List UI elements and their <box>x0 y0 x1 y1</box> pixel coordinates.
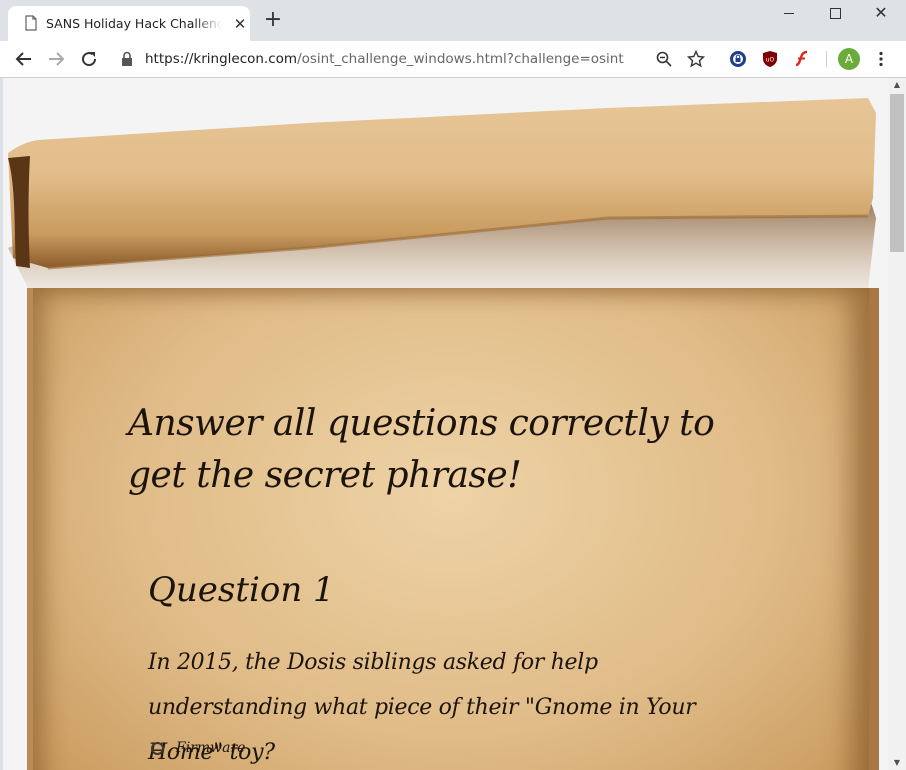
window-close-button[interactable]: ✕ <box>858 0 904 28</box>
url-path: /osint_challenge_windows.html?challenge=… <box>297 51 624 67</box>
radio-button[interactable] <box>151 741 164 755</box>
maximize-button[interactable] <box>812 0 858 28</box>
tab-title: SANS Holiday Hack Challenge 20 <box>46 15 222 33</box>
forward-button[interactable] <box>44 47 68 71</box>
browser-toolbar: https://kringlecon.com/osint_challenge_w… <box>0 41 906 78</box>
scroll-roll-decoration <box>8 98 876 308</box>
zoom-out-icon <box>656 51 672 67</box>
document-icon <box>25 15 37 31</box>
back-button[interactable] <box>12 47 36 71</box>
maximize-icon <box>829 7 841 19</box>
address-bar[interactable]: https://kringlecon.com/osint_challenge_w… <box>145 49 624 69</box>
menu-button[interactable] <box>869 47 893 71</box>
toolbar-separator <box>826 51 827 67</box>
scroll-up-icon[interactable]: ▲ <box>888 78 906 92</box>
page-heading: Answer all questions correctly to get th… <box>128 403 715 496</box>
flash-icon <box>795 50 808 67</box>
scroll-thumb[interactable] <box>890 94 904 252</box>
page-viewport: Answer all questions correctly to get th… <box>3 78 888 770</box>
star-icon <box>687 50 705 68</box>
three-dots-icon <box>879 51 883 67</box>
profile-avatar[interactable]: A <box>838 48 860 70</box>
password-manager-icon <box>730 51 746 67</box>
ublock-icon: uO <box>763 51 777 67</box>
question-title: Question 1 <box>148 570 335 610</box>
tab-strip: SANS Holiday Hack Challenge 20 ✕ + ✕ <box>0 0 906 41</box>
svg-text:uO: uO <box>766 57 775 64</box>
new-tab-button[interactable]: + <box>263 9 283 31</box>
lock-icon <box>122 51 132 66</box>
url-host: https://kringlecon.com <box>145 51 298 67</box>
arrow-left-icon <box>15 52 31 66</box>
tab-close-icon[interactable]: ✕ <box>232 16 248 32</box>
answer-option[interactable]: Firmware <box>148 738 245 758</box>
minimize-icon <box>784 12 794 14</box>
zoom-button[interactable] <box>652 47 676 71</box>
reload-button[interactable] <box>77 47 101 71</box>
reload-icon <box>82 52 97 67</box>
bookmark-button[interactable] <box>684 47 708 71</box>
arrow-right-icon <box>49 52 65 66</box>
browser-tab[interactable]: SANS Holiday Hack Challenge 20 ✕ <box>8 6 250 41</box>
minimize-button[interactable] <box>766 0 812 28</box>
option-label: Firmware <box>176 740 246 756</box>
vertical-scrollbar[interactable]: ▲ ▼ <box>888 78 906 770</box>
extension-flash[interactable] <box>790 47 814 71</box>
scroll-down-icon[interactable]: ▼ <box>888 756 906 770</box>
extension-ublock[interactable]: uO <box>758 47 782 71</box>
extension-password-manager[interactable] <box>726 47 750 71</box>
